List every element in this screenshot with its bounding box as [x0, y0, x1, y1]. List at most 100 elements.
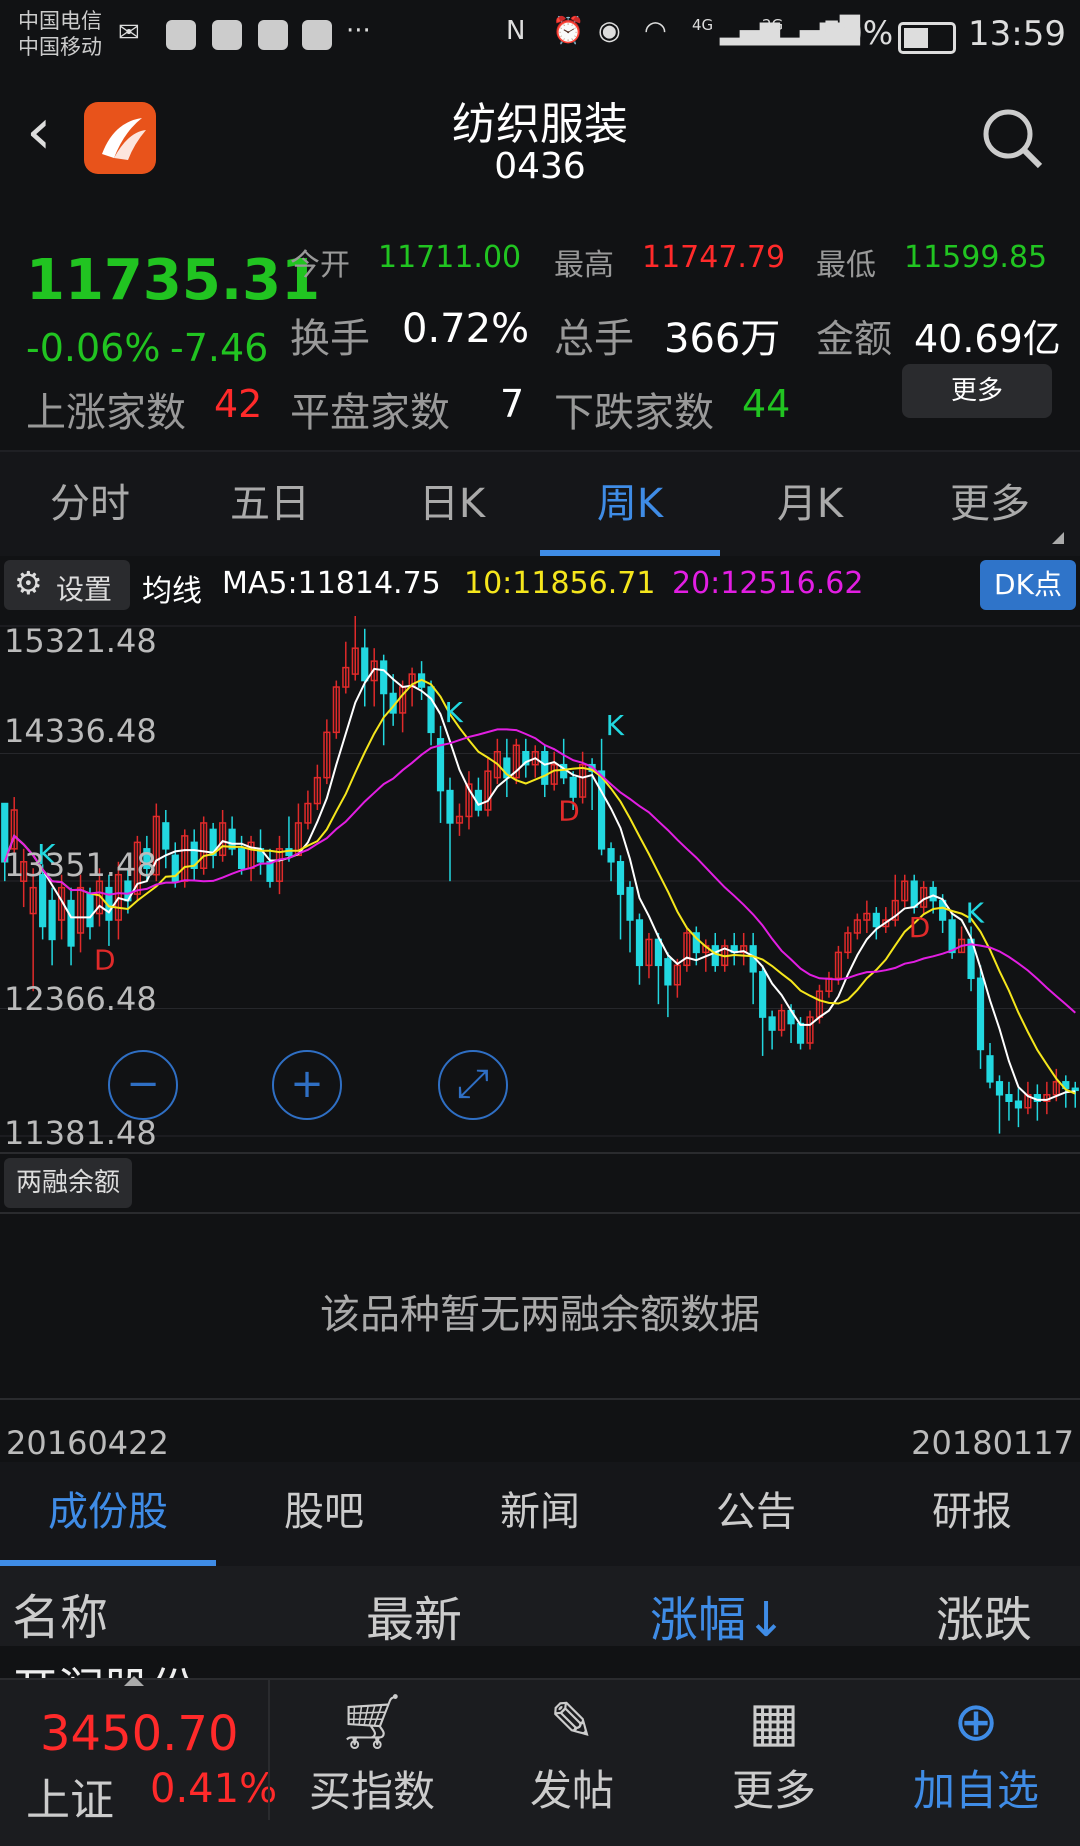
high-value: 11747.79	[642, 240, 786, 275]
d-marker: D	[909, 911, 931, 944]
candle	[86, 893, 94, 928]
candle	[597, 770, 606, 850]
candle	[995, 1081, 1004, 1096]
settings-button[interactable]: ⚙ 设置	[4, 560, 130, 610]
candle	[872, 912, 880, 928]
low-label: 最低	[816, 248, 876, 283]
volume-value: 366万	[664, 316, 781, 362]
index-name: 上证	[26, 1775, 114, 1826]
index-value[interactable]: 3450.70	[40, 1706, 239, 1762]
divider	[0, 1212, 1080, 1214]
tab-weekly-k[interactable]: 周K	[540, 452, 720, 556]
search-icon[interactable]	[980, 106, 1046, 176]
gear-icon: ⚙	[14, 564, 43, 602]
buy-index-button[interactable]: 🛒︎ 买指数	[272, 1690, 472, 1819]
more-nav-button[interactable]: ▦ 更多	[674, 1690, 874, 1818]
price-tick-1: 15321.48	[4, 622, 157, 660]
price-tick-4: 12366.48	[4, 980, 157, 1018]
candle	[759, 971, 767, 1018]
high-label: 最高	[554, 248, 614, 283]
settings-label: 设置	[56, 573, 113, 606]
status-bar: 中国电信 中国移动 ✉ ··· N ⏰ ◉ ◠ 4G ▂▄▆ 2G ▂▄▆█ 5…	[0, 0, 1080, 70]
candle	[1071, 1087, 1079, 1092]
flat-count-label: 平盘家数	[290, 390, 450, 436]
more-notifications-icon: ···	[346, 16, 371, 46]
divider	[0, 1398, 1080, 1400]
candle	[616, 861, 625, 895]
d-marker: D	[558, 795, 580, 828]
tab-forum[interactable]: 股吧	[216, 1462, 432, 1562]
divider	[0, 1152, 1080, 1154]
divider	[268, 1680, 270, 1820]
col-change[interactable]: 涨跌	[936, 1580, 1032, 1650]
zoom-out-button[interactable]: −	[108, 1050, 178, 1120]
more-button[interactable]: 更多	[902, 364, 1052, 418]
change-abs: -7.46	[170, 326, 269, 370]
tab-news[interactable]: 新闻	[432, 1462, 648, 1562]
grid-icon: ▦	[748, 1690, 800, 1753]
candle	[654, 938, 663, 967]
zoom-in-button[interactable]: +	[272, 1050, 342, 1120]
candle	[541, 750, 549, 785]
expand-button[interactable]: ⤢	[438, 1050, 508, 1120]
tab-five-day[interactable]: 五日	[180, 452, 360, 556]
amount-value: 40.69亿	[914, 317, 1061, 361]
candle	[237, 848, 246, 869]
stock-code: 0436	[494, 146, 586, 187]
ma-label: 均线	[142, 574, 202, 609]
tab-announcements[interactable]: 公告	[648, 1462, 864, 1562]
header: ‹ 纺织服装 0436	[0, 70, 1080, 210]
col-latest[interactable]: 最新	[366, 1580, 462, 1650]
dk-points-button[interactable]: DK点	[980, 560, 1076, 610]
tab-constituents[interactable]: 成份股	[0, 1462, 216, 1562]
open-label: 今开	[290, 248, 350, 283]
low-value: 11599.85	[904, 240, 1048, 275]
sub-tabs: 成份股 股吧 新闻 公告 研报	[0, 1462, 1080, 1566]
post-button[interactable]: ✎ 发帖	[472, 1690, 672, 1818]
period-tabs: 分时 五日 日K 周K 月K 更多	[0, 450, 1080, 556]
app-icon	[166, 20, 196, 50]
flat-count: 7	[500, 382, 525, 426]
start-date: 20160422	[6, 1424, 169, 1462]
k-marker: K	[445, 696, 464, 729]
candle	[711, 945, 719, 967]
network-label-1: 4G	[692, 16, 714, 34]
candle	[48, 899, 56, 941]
margin-balance-button[interactable]: 两融余额	[4, 1158, 132, 1208]
candle	[796, 1022, 805, 1044]
price-tick-3: 13351.48	[4, 846, 157, 884]
candle	[626, 886, 634, 921]
buy-index-label: 买指数	[308, 1767, 435, 1816]
wechat-icon: ✉	[118, 18, 140, 48]
candle	[67, 899, 75, 947]
current-price: 11735.31	[26, 248, 321, 313]
candle	[607, 848, 615, 863]
expand-up-icon[interactable]	[124, 1676, 144, 1686]
volume-label: 总手	[554, 316, 634, 362]
candle	[910, 880, 918, 908]
col-name[interactable]: 名称	[12, 1578, 108, 1648]
down-count: 44	[742, 382, 791, 426]
col-change-pct[interactable]: 涨幅↓	[650, 1580, 786, 1650]
carrier-2: 中国移动	[18, 35, 102, 59]
video-icon	[212, 20, 242, 50]
ma20-line	[3, 728, 1076, 1014]
candle	[664, 958, 672, 986]
up-count-label: 上涨家数	[26, 390, 186, 436]
tab-daily-k[interactable]: 日K	[362, 452, 542, 556]
index-change: 0.41%	[150, 1766, 278, 1812]
candle	[635, 919, 644, 967]
tab-minute[interactable]: 分时	[0, 452, 180, 556]
add-watchlist-label: 加自选	[912, 1766, 1039, 1815]
add-watchlist-button[interactable]: ⊕ 加自选	[876, 1690, 1076, 1818]
page-title: 纺织服装	[452, 99, 628, 150]
nfc-icon: N	[506, 16, 526, 46]
candle	[380, 660, 388, 695]
candlestick-chart[interactable]: KDKDKDK 15321.48 14336.48 13351.48 12366…	[0, 609, 1080, 1152]
tab-monthly-k[interactable]: 月K	[720, 452, 900, 556]
d-marker: D	[94, 943, 116, 976]
candle	[976, 977, 985, 1051]
price-tick-5: 11381.48	[4, 1114, 157, 1152]
tab-research[interactable]: 研报	[864, 1462, 1080, 1562]
k-marker: K	[606, 709, 625, 742]
